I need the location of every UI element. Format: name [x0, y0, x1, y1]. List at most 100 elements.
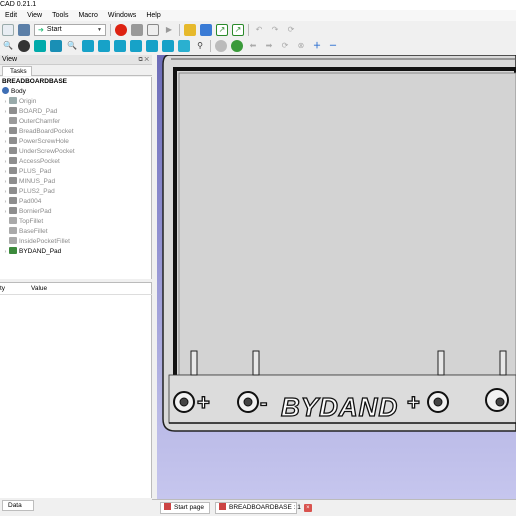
tree-root[interactable]: BREADBOARDBASE [2, 77, 67, 87]
draw-style-icon[interactable] [18, 40, 30, 52]
document-icon [219, 503, 226, 510]
view-top-icon[interactable] [98, 40, 110, 52]
tab-tasks[interactable]: Tasks [2, 66, 32, 76]
tree-item[interactable]: › BYDAND_Pad [2, 247, 61, 257]
tree-item-body[interactable]: Body [2, 87, 26, 97]
menu-tools[interactable]: Tools [47, 10, 73, 21]
tree-item[interactable]: › BornierPad [2, 207, 52, 217]
feature-icon [9, 157, 17, 164]
tree-item[interactable]: › AccessPocket [2, 157, 60, 167]
view-iso-icon[interactable] [50, 40, 62, 52]
arrow-right-icon[interactable]: ➡ [263, 40, 275, 52]
tree-item[interactable]: › UnderScrewPocket [2, 147, 75, 157]
feature-icon [9, 117, 17, 124]
macro-folder-icon[interactable] [184, 23, 196, 36]
record-macro-icon[interactable] [115, 23, 127, 36]
tree-item[interactable]: OuterChamfer [2, 117, 60, 127]
feature-icon [9, 167, 17, 174]
model-render: + - BYDAND + [162, 55, 516, 432]
menu-help[interactable]: Help [141, 10, 165, 21]
tree-item[interactable]: BaseFillet [2, 227, 48, 237]
expand-chevron-icon[interactable]: › [2, 187, 9, 197]
expand-chevron-icon[interactable]: › [2, 207, 9, 217]
sync-icon[interactable]: ⟳ [279, 40, 291, 52]
tree-item[interactable]: › Origin [2, 97, 36, 107]
folder-icon[interactable] [200, 23, 212, 36]
tree-item-label: UnderScrewPocket [19, 148, 75, 155]
plus-icon[interactable]: ＋ [311, 40, 323, 52]
import-icon[interactable]: ↗ [216, 23, 228, 36]
tree-item[interactable]: InsidePocketFillet [2, 237, 70, 247]
open-file-icon[interactable] [18, 23, 30, 36]
tree-item[interactable]: › PLUS_Pad [2, 167, 51, 177]
expand-chevron-icon[interactable]: › [2, 97, 9, 107]
stop-macro-icon[interactable] [131, 23, 143, 36]
expand-chevron-icon[interactable]: › [2, 177, 9, 187]
tree-item[interactable]: › Pad004 [2, 197, 41, 207]
tree-item[interactable]: › MINUS_Pad [2, 177, 55, 187]
screw-hole-1 [173, 391, 195, 413]
property-tabs: Data [0, 499, 152, 516]
property-col-name: ty [0, 285, 6, 292]
panel-float-close-icons[interactable]: ⧉ ✕ [138, 55, 149, 65]
screw-hole-2 [237, 391, 259, 413]
close-circle-icon[interactable]: ⊗ [295, 40, 307, 52]
run-macro-icon[interactable]: ▶ [163, 24, 175, 36]
view-rear-icon[interactable] [130, 40, 142, 52]
arrow-left-icon[interactable]: ⬅ [247, 40, 259, 52]
expand-chevron-icon[interactable]: › [2, 157, 9, 167]
expand-chevron-icon[interactable]: › [2, 137, 9, 147]
combo-view-title: View [2, 56, 18, 63]
view-left-icon[interactable] [162, 40, 174, 52]
screw-hole-4 [485, 388, 509, 412]
zoom-icon[interactable]: 🔍 [66, 40, 78, 52]
minus-icon[interactable]: － [327, 40, 339, 52]
separator [179, 23, 180, 36]
doc-tab-breadboardbase[interactable]: BREADBOARDBASE : 1 × [215, 502, 312, 514]
combo-view-header: View ⧉ ✕ [0, 55, 152, 65]
refresh-icon[interactable]: ⟳ [285, 24, 297, 36]
expand-chevron-icon[interactable]: › [2, 247, 9, 257]
window-title: CAD 0.21.1 [0, 0, 516, 10]
new-file-icon[interactable] [2, 23, 14, 36]
redo-icon[interactable]: ↷ [269, 24, 281, 36]
nav-home-icon[interactable] [231, 40, 243, 52]
menu-macro[interactable]: Macro [73, 10, 102, 21]
nav-back-icon[interactable] [215, 40, 227, 52]
menu-edit[interactable]: Edit [0, 10, 22, 21]
view-right-icon[interactable] [114, 40, 126, 52]
tree-item[interactable]: › BOARD_Pad [2, 107, 57, 117]
expand-chevron-icon[interactable]: › [2, 107, 9, 117]
menu-view[interactable]: View [22, 10, 47, 21]
feature-icon [9, 217, 17, 224]
part-icon[interactable]: ⚲ [194, 40, 206, 52]
view-front-icon[interactable] [82, 40, 94, 52]
bounding-box-icon[interactable] [34, 40, 46, 52]
expand-chevron-icon[interactable]: › [2, 127, 9, 137]
3d-viewport[interactable]: + - BYDAND + [157, 55, 516, 499]
measure-icon[interactable] [178, 40, 190, 52]
workbench-icon: ➜ [38, 26, 44, 34]
expand-chevron-icon[interactable]: › [2, 167, 9, 177]
export-icon[interactable]: ↗ [232, 23, 244, 36]
tree-item[interactable]: › BreadBoardPocket [2, 127, 74, 137]
undo-icon[interactable]: ↶ [253, 24, 265, 36]
menu-windows[interactable]: Windows [103, 10, 141, 21]
expand-chevron-icon[interactable]: › [2, 197, 9, 207]
tree-item[interactable]: TopFillet [2, 217, 43, 227]
tree-item[interactable]: › PowerScrewHole [2, 137, 69, 147]
feature-icon [9, 147, 17, 154]
view-bottom-icon[interactable] [146, 40, 158, 52]
expand-chevron-icon[interactable]: › [2, 147, 9, 157]
property-panel: ty Value [0, 282, 152, 498]
zoom-fit-icon[interactable]: 🔍 [2, 40, 14, 52]
feature-icon [9, 127, 17, 134]
document-tab-bar: Start page BREADBOARDBASE : 1 × [152, 499, 516, 516]
macro-edit-icon[interactable] [147, 23, 159, 36]
doc-tab-start-page[interactable]: Start page [160, 502, 210, 514]
tree-item[interactable]: › PLUS2_Pad [2, 187, 55, 197]
close-icon[interactable]: × [303, 504, 312, 512]
workbench-selector[interactable]: ➜ Start ▼ [34, 23, 106, 36]
tab-data[interactable]: Data [2, 500, 34, 511]
tree-item-label: PLUS_Pad [19, 168, 52, 175]
